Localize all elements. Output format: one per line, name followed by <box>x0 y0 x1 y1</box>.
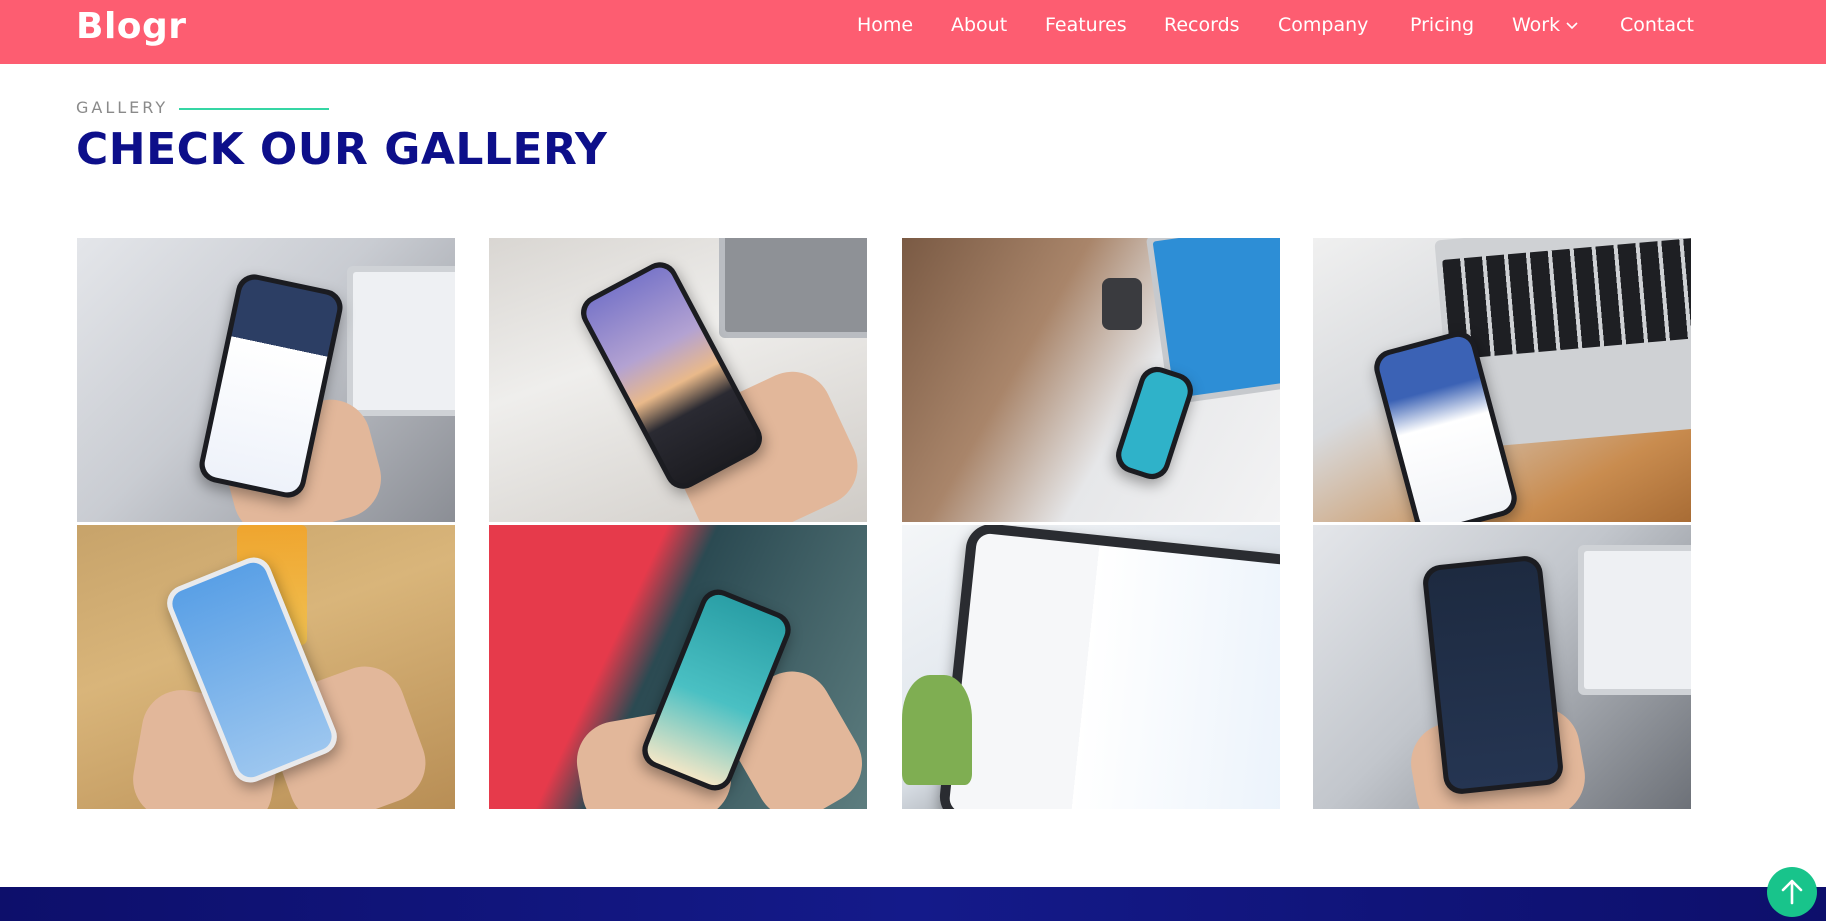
gallery-image[interactable] <box>77 238 455 522</box>
nav-item-features[interactable]: Features <box>1045 14 1127 36</box>
gallery-image[interactable] <box>1313 525 1691 809</box>
gallery-image[interactable] <box>77 525 455 809</box>
nav-item-home[interactable]: Home <box>857 14 913 36</box>
tablet-shape <box>937 525 1280 809</box>
nav-item-about[interactable]: About <box>951 14 1007 36</box>
laptop-shape <box>1578 545 1691 695</box>
section-title: CHECK OUR GALLERY <box>76 124 608 175</box>
gallery-image[interactable] <box>1313 238 1691 522</box>
camera-lens-shape <box>1102 278 1142 330</box>
nav-item-records[interactable]: Records <box>1164 14 1240 36</box>
chevron-down-icon <box>1566 13 1578 35</box>
gallery-image[interactable] <box>902 238 1280 522</box>
laptop-shape <box>347 266 455 416</box>
site-header: Blogr Home About Features Records Compan… <box>0 0 1826 64</box>
phone-shape <box>1111 362 1198 484</box>
next-section-band <box>0 887 1826 921</box>
nav-item-company[interactable]: Company <box>1278 14 1368 36</box>
back-to-top-button[interactable] <box>1767 867 1817 917</box>
nav-item-pricing[interactable]: Pricing <box>1410 14 1474 36</box>
section-eyebrow: GALLERY <box>76 98 169 117</box>
nav-item-work-label: Work <box>1512 14 1561 36</box>
gallery-image[interactable] <box>489 525 867 809</box>
laptop-shape <box>719 238 867 338</box>
main-nav: Home About Features Records Company Pric… <box>0 0 1826 52</box>
gallery-image[interactable] <box>902 525 1280 809</box>
gallery-image[interactable] <box>489 238 867 522</box>
plant-shape <box>902 675 972 785</box>
eyebrow-divider <box>179 108 329 110</box>
nav-item-contact[interactable]: Contact <box>1620 14 1694 36</box>
phone-shape <box>1421 554 1565 796</box>
nav-item-work[interactable]: Work <box>1512 14 1578 36</box>
arrow-up-icon <box>1781 879 1803 905</box>
